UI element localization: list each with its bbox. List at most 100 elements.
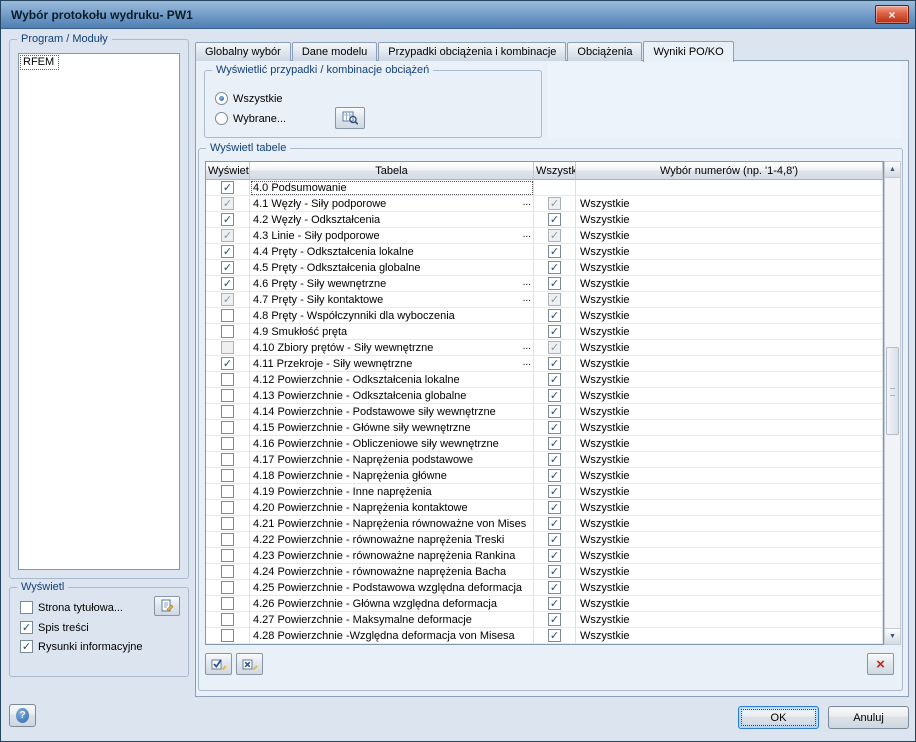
tabela-cell[interactable]: 4.7 Pręty - Siły kontaktowe... — [250, 292, 534, 308]
program-listbox[interactable]: RFEM — [18, 53, 180, 570]
table-row[interactable]: 4.7 Pręty - Siły kontaktowe... Wszystkie — [206, 292, 883, 308]
display-checkbox[interactable] — [221, 325, 234, 338]
display-cell[interactable] — [206, 180, 250, 196]
ok-button[interactable]: OK — [738, 706, 819, 729]
all-cell[interactable] — [534, 628, 576, 644]
tabela-cell[interactable]: 4.1 Węzły - Siły podporowe... — [250, 196, 534, 212]
number-selection-cell[interactable]: Wszystkie — [576, 628, 883, 644]
table-row[interactable]: 4.17 Powierzchnie - Naprężenia podstawow… — [206, 452, 883, 468]
table-row[interactable]: 4.0 Podsumowanie — [206, 180, 883, 196]
number-selection-cell[interactable]: Wszystkie — [576, 516, 883, 532]
display-cell[interactable] — [206, 212, 250, 228]
table-detail-button[interactable]: ... — [523, 196, 531, 210]
display-checkbox[interactable] — [221, 501, 234, 514]
tabela-cell[interactable]: 4.2 Węzły - Odkształcenia — [250, 212, 534, 228]
display-checkbox[interactable] — [221, 613, 234, 626]
number-selection-cell[interactable]: Wszystkie — [576, 580, 883, 596]
number-selection-cell[interactable]: Wszystkie — [576, 340, 883, 356]
all-cell[interactable] — [534, 612, 576, 628]
number-selection-cell[interactable]: Wszystkie — [576, 420, 883, 436]
all-cell[interactable] — [534, 532, 576, 548]
table-detail-button[interactable]: ... — [523, 228, 531, 242]
all-cases-radio[interactable] — [215, 92, 228, 105]
column-header-all[interactable]: Wszystkie — [534, 162, 576, 180]
display-cell[interactable] — [206, 484, 250, 500]
tabela-cell[interactable]: 4.20 Powierzchnie - Naprężenia kontaktow… — [250, 500, 534, 516]
all-checkbox[interactable] — [548, 213, 561, 226]
display-cell[interactable] — [206, 596, 250, 612]
column-header-display[interactable]: Wyświetl — [206, 162, 250, 180]
table-detail-button[interactable]: ... — [523, 340, 531, 354]
number-selection-cell[interactable]: Wszystkie — [576, 612, 883, 628]
column-header-tabela[interactable]: Tabela — [250, 162, 534, 180]
table-row[interactable]: 4.9 Smukłość pręta Wszystkie — [206, 324, 883, 340]
display-cell[interactable] — [206, 468, 250, 484]
all-cell[interactable] — [534, 356, 576, 372]
table-row[interactable]: 4.16 Powierzchnie - Obliczeniowe siły we… — [206, 436, 883, 452]
all-checkbox[interactable] — [548, 517, 561, 530]
display-checkbox[interactable] — [221, 581, 234, 594]
all-cell[interactable] — [534, 340, 576, 356]
help-button[interactable]: ? — [9, 704, 36, 727]
number-selection-cell[interactable]: Wszystkie — [576, 564, 883, 580]
table-row[interactable]: 4.6 Pręty - Siły wewnętrzne... Wszystkie — [206, 276, 883, 292]
tab-dane-modelu[interactable]: Dane modelu — [291, 42, 378, 61]
tabela-cell[interactable]: 4.16 Powierzchnie - Obliczeniowe siły we… — [250, 436, 534, 452]
table-row[interactable]: 4.20 Powierzchnie - Naprężenia kontaktow… — [206, 500, 883, 516]
display-cell[interactable] — [206, 388, 250, 404]
all-cell[interactable] — [534, 276, 576, 292]
table-row[interactable]: 4.21 Powierzchnie - Naprężenia równoważn… — [206, 516, 883, 532]
display-cell[interactable] — [206, 548, 250, 564]
number-selection-cell[interactable]: Wszystkie — [576, 228, 883, 244]
info-pictures-checkbox[interactable] — [20, 640, 33, 653]
display-checkbox[interactable] — [221, 469, 234, 482]
all-checkbox[interactable] — [548, 245, 561, 258]
display-cell[interactable] — [206, 516, 250, 532]
display-cell[interactable] — [206, 260, 250, 276]
tabela-cell[interactable]: 4.27 Powierzchnie - Maksymalne deformacj… — [250, 612, 534, 628]
all-checkbox[interactable] — [548, 437, 561, 450]
table-row[interactable]: 4.1 Węzły - Siły podporowe... Wszystkie — [206, 196, 883, 212]
display-cell[interactable] — [206, 436, 250, 452]
table-detail-button[interactable]: ... — [523, 276, 531, 290]
display-checkbox[interactable] — [221, 309, 234, 322]
all-checkbox[interactable] — [548, 453, 561, 466]
tabela-cell[interactable]: 4.18 Powierzchnie - Naprężenia główne — [250, 468, 534, 484]
all-checkbox[interactable] — [548, 373, 561, 386]
tabela-cell[interactable]: 4.25 Powierzchnie - Podstawowa względna … — [250, 580, 534, 596]
tab-obciazenia[interactable]: Obciążenia — [567, 42, 643, 61]
tabela-cell[interactable]: 4.13 Powierzchnie - Odkształcenia global… — [250, 388, 534, 404]
table-row[interactable]: 4.13 Powierzchnie - Odkształcenia global… — [206, 388, 883, 404]
number-selection-cell[interactable]: Wszystkie — [576, 548, 883, 564]
display-cell[interactable] — [206, 196, 250, 212]
number-selection-cell[interactable]: Wszystkie — [576, 468, 883, 484]
tabela-cell[interactable]: 4.6 Pręty - Siły wewnętrzne... — [250, 276, 534, 292]
number-selection-cell[interactable]: Wszystkie — [576, 484, 883, 500]
all-checkbox[interactable] — [548, 277, 561, 290]
table-detail-button[interactable]: ... — [523, 356, 531, 370]
clear-tables-button[interactable]: × — [867, 653, 894, 675]
display-checkbox[interactable] — [221, 517, 234, 530]
display-cell[interactable] — [206, 340, 250, 356]
all-checkbox[interactable] — [548, 405, 561, 418]
table-row[interactable]: 4.10 Zbiory prętów - Siły wewnętrzne... W… — [206, 340, 883, 356]
tabela-cell[interactable]: 4.3 Linie - Siły podporowe... — [250, 228, 534, 244]
number-selection-cell[interactable]: Wszystkie — [576, 500, 883, 516]
table-detail-button[interactable]: ... — [523, 292, 531, 306]
table-row[interactable]: 4.28 Powierzchnie -Względna deformacja v… — [206, 628, 883, 644]
table-row[interactable]: 4.26 Powierzchnie - Główna względna defo… — [206, 596, 883, 612]
scroll-thumb[interactable] — [886, 347, 899, 435]
display-cell[interactable] — [206, 532, 250, 548]
tabela-cell[interactable]: 4.0 Podsumowanie — [250, 180, 534, 196]
display-checkbox[interactable] — [221, 549, 234, 562]
number-selection-cell[interactable]: Wszystkie — [576, 436, 883, 452]
display-cell[interactable] — [206, 404, 250, 420]
display-checkbox[interactable] — [221, 453, 234, 466]
tabela-cell[interactable]: 4.5 Pręty - Odkształcenia globalne — [250, 260, 534, 276]
title-page-checkbox[interactable] — [20, 601, 33, 614]
tab-wyniki-po-ko[interactable]: Wyniki PO/KO — [643, 41, 734, 62]
display-cell[interactable] — [206, 452, 250, 468]
all-cell[interactable] — [534, 212, 576, 228]
all-checkbox[interactable] — [548, 325, 561, 338]
tabela-cell[interactable]: 4.26 Powierzchnie - Główna względna defo… — [250, 596, 534, 612]
